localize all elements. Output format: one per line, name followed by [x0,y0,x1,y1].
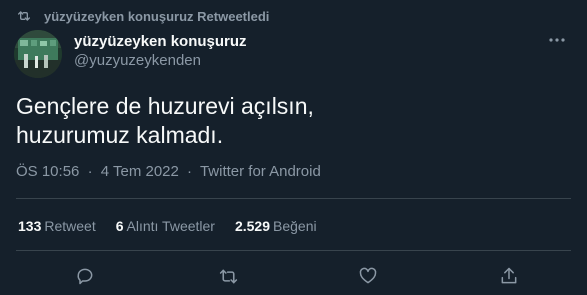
retweet-icon [219,269,237,283]
tweet-actions [0,264,587,288]
divider [16,250,571,251]
retweet-banner[interactable]: yüzyüzeyken konuşuruz Retweetledi [16,7,269,25]
like-icon [359,267,377,284]
tweet-source[interactable]: Twitter for Android [200,163,321,180]
quotes-stat[interactable]: 6 Alıntı Tweetler [116,218,215,234]
more-options-button[interactable] [545,30,569,50]
meta-separator: · [87,163,93,180]
more-icon [549,38,565,42]
reply-icon [77,268,93,285]
retweet-banner-text: yüzyüzeyken konuşuruz Retweetledi [44,8,270,24]
reply-button[interactable] [73,264,97,288]
author-name[interactable]: yüzyüzeyken konuşuruz [74,33,247,50]
retweets-count: 133 [18,218,42,234]
quotes-count: 6 [115,218,124,234]
share-icon [501,267,517,284]
share-button[interactable] [497,264,521,288]
likes-label: Beğeni [273,218,317,234]
retweets-label: Retweet [44,218,96,234]
retweet-icon [16,8,32,24]
avatar[interactable] [14,30,62,78]
likes-count: 2.529 [234,218,271,234]
retweets-stat[interactable]: 133 Retweet [18,218,96,234]
tweet-text: Gençlere de huzurevi açılsın, huzurumuz … [16,93,314,148]
tweet-stats: 133 Retweet 6 Alıntı Tweetler 2.529 Beğeni [18,218,317,234]
tweet-meta: ÖS 10:56 · 4 Tem 2022 · Twitter for Andr… [16,163,321,180]
retweet-button[interactable] [216,264,240,288]
tweet-time[interactable]: ÖS 10:56 [16,163,79,180]
quotes-label: Alıntı Tweetler [126,218,215,234]
author-handle[interactable]: @yuzyuzeykenden [74,52,201,69]
divider [16,198,571,199]
avatar-image [14,30,62,78]
like-button[interactable] [356,264,380,288]
meta-separator: · [187,163,193,180]
tweet-date[interactable]: 4 Tem 2022 [101,163,179,180]
likes-stat[interactable]: 2.529 Beğeni [235,218,317,234]
